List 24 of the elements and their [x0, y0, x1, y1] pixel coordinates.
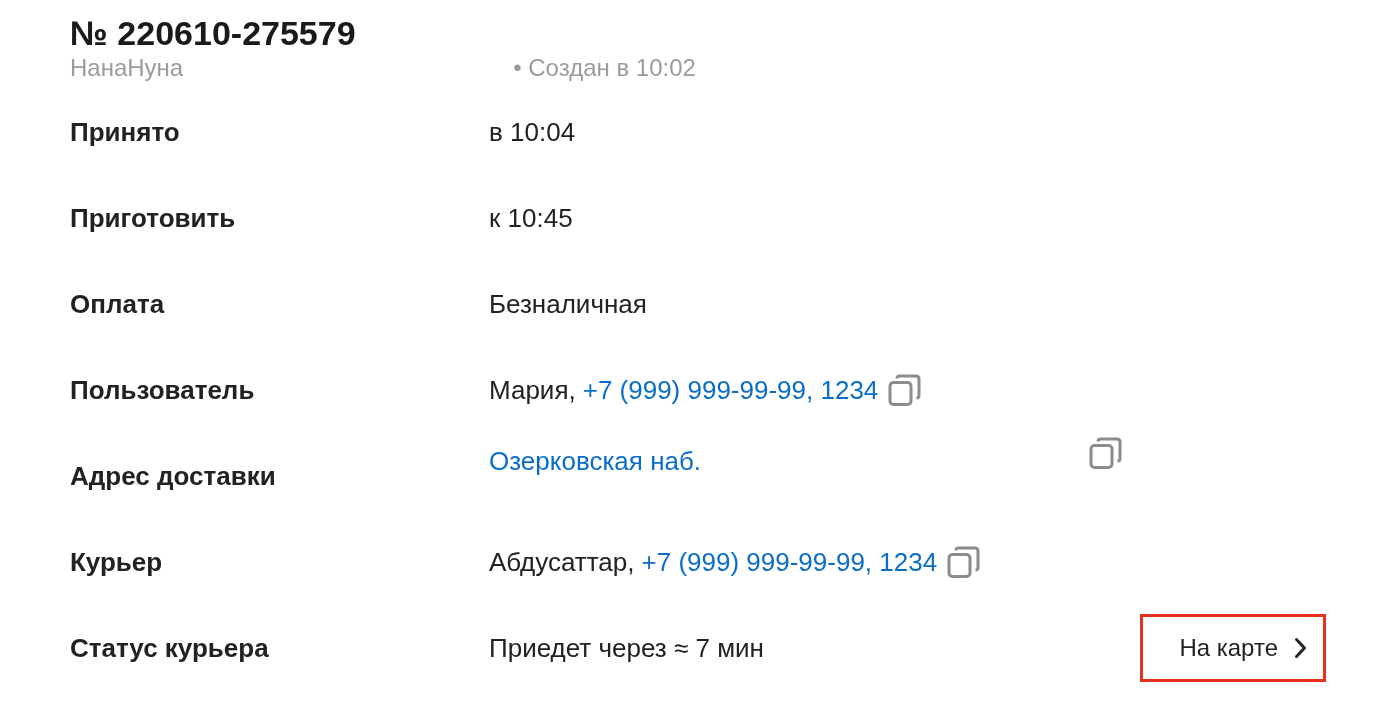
order-number: № 220610-275579: [70, 13, 356, 53]
field-label: Статус курьера: [70, 632, 270, 664]
field-label: Принято: [70, 116, 181, 148]
contact-name: Мария,: [489, 374, 576, 406]
phone-link[interactable]: +7 (999) 999-99-99, 1234: [641, 546, 938, 578]
chevron-right-icon: [1294, 637, 1307, 659]
field-label: Приготовить: [70, 202, 237, 234]
field-label: Курьер: [70, 546, 164, 578]
field-value: к 10:45: [489, 202, 573, 234]
field-value: в 10:04: [489, 116, 576, 148]
courier-status: Приедет через ≈ 7 мин: [489, 632, 764, 664]
created-time: • Создан в 10:02: [513, 53, 696, 83]
copy-icon[interactable]: [1089, 437, 1122, 470]
copy-icon[interactable]: [888, 373, 922, 407]
field-label: Оплата: [70, 288, 166, 320]
copy-icon[interactable]: [947, 545, 981, 579]
contact-name: Абдусаттар,: [489, 546, 635, 578]
phone-link[interactable]: +7 (999) 999-99-99, 1234: [582, 374, 879, 406]
map-button[interactable]: На карте: [1140, 614, 1326, 682]
field-value: Безналичная: [489, 288, 647, 320]
field-label: Пользователь: [70, 374, 256, 406]
address-link[interactable]: Озерковская наб.: [489, 445, 702, 477]
restaurant-name: НанаНуна: [70, 53, 184, 83]
field-label: Адрес доставки: [70, 460, 277, 492]
